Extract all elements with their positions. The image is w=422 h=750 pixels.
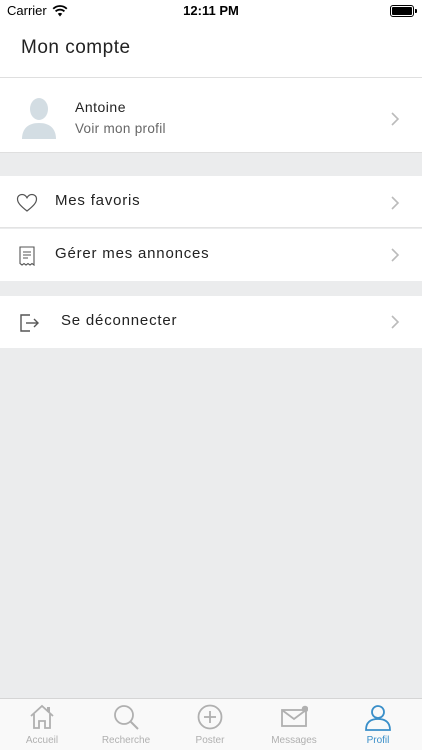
view-profile-link: Voir mon profil bbox=[75, 121, 166, 136]
mail-icon bbox=[281, 705, 308, 727]
tab-label-home: Accueil bbox=[25, 735, 59, 746]
page-title: Mon compte bbox=[21, 37, 131, 58]
tab-search[interactable]: Recherche bbox=[84, 699, 168, 750]
plus-circle-icon bbox=[197, 704, 223, 730]
menu-label-logout: Se déconnecter bbox=[61, 312, 178, 329]
chevron-right-icon bbox=[391, 196, 400, 210]
tab-label-search: Recherche bbox=[101, 735, 151, 746]
chevron-right-icon bbox=[391, 315, 400, 329]
menu-item-logout[interactable]: Se déconnecter bbox=[0, 296, 422, 348]
status-time: 12:11 PM bbox=[183, 3, 239, 18]
logout-icon bbox=[20, 314, 39, 332]
tab-label-profile: Profil bbox=[366, 735, 390, 746]
tab-messages[interactable]: Messages bbox=[252, 699, 336, 750]
home-icon bbox=[30, 704, 54, 729]
profile-row[interactable]: Antoine Voir mon profil bbox=[0, 78, 422, 153]
chevron-right-icon bbox=[391, 112, 400, 126]
menu-item-favorites[interactable]: Mes favoris bbox=[0, 176, 422, 228]
tab-home[interactable]: Accueil bbox=[0, 699, 84, 750]
status-bar: Carrier 12:11 PM bbox=[0, 0, 422, 22]
tab-post[interactable]: Poster bbox=[168, 699, 252, 750]
menu-label-manage-ads: Gérer mes annonces bbox=[55, 245, 210, 262]
tab-label-messages: Messages bbox=[271, 735, 317, 746]
search-icon bbox=[114, 705, 139, 730]
tab-profile[interactable]: Profil bbox=[336, 699, 420, 750]
battery-icon bbox=[390, 5, 417, 17]
chevron-right-icon bbox=[391, 248, 400, 262]
heart-icon bbox=[16, 193, 38, 212]
user-icon bbox=[365, 705, 391, 731]
menu-label-favorites: Mes favoris bbox=[55, 192, 141, 209]
avatar bbox=[22, 98, 56, 139]
menu-item-manage-ads[interactable]: Gérer mes annonces bbox=[0, 229, 422, 281]
page-header: Mon compte bbox=[0, 22, 422, 78]
tab-bar: Accueil Recherche Poster Messages Profil bbox=[0, 698, 422, 750]
receipt-icon bbox=[19, 246, 35, 267]
profile-name: Antoine bbox=[75, 99, 126, 115]
tab-label-post: Poster bbox=[195, 735, 225, 746]
